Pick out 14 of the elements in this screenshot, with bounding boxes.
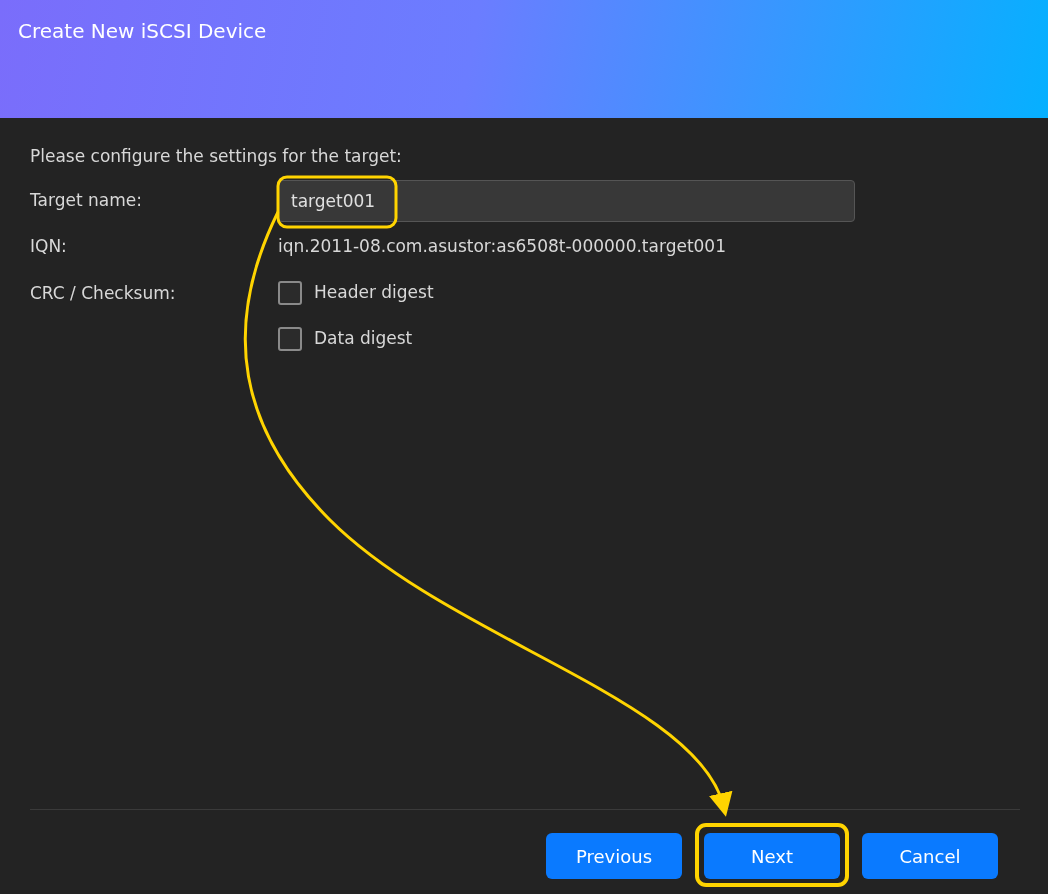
dialog-button[interactable]: Previous: [546, 833, 682, 879]
instruction-text: Please configure the settings for the target:: [30, 145, 403, 168]
checkbox-label: Data digest: [314, 326, 413, 350]
dialog-button[interactable]: Next: [704, 833, 840, 879]
checkbox[interactable]: [278, 280, 302, 305]
iqn-value: iqn.2011-08.com.asustor:as6508t-000000.target001: [278, 234, 726, 258]
field-label: Target name:: [30, 188, 143, 212]
checkbox[interactable]: [278, 326, 302, 351]
field-label: CRC / Checksum:: [30, 281, 177, 305]
window-title: Create New iSCSI Device: [18, 18, 268, 45]
checkbox-label: Header digest: [314, 280, 434, 304]
field-label: IQN:: [30, 234, 68, 258]
dialog-button[interactable]: Cancel: [862, 833, 998, 879]
target-name-field[interactable]: target001: [278, 179, 855, 222]
